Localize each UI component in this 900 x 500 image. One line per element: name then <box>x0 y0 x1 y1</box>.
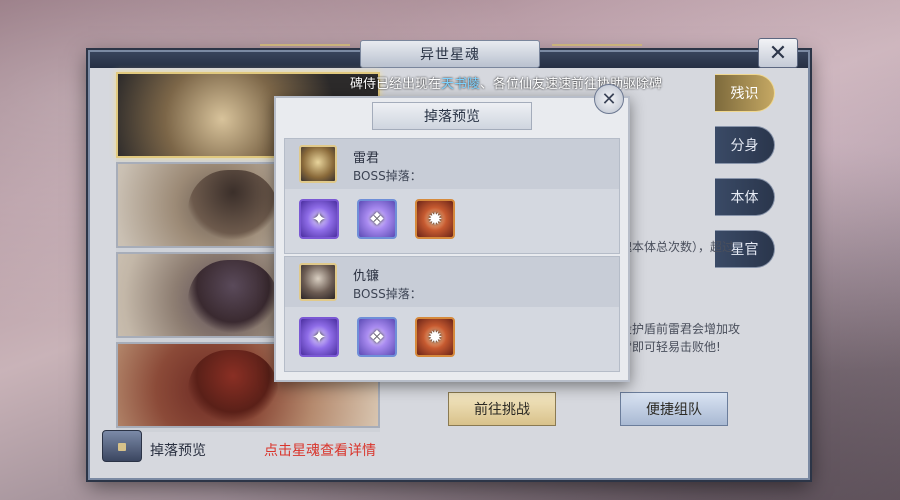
window-title: 异世星魂 <box>360 40 540 68</box>
boss-figure <box>188 350 278 424</box>
tab-remnant[interactable]: 残识 <box>715 74 775 112</box>
tab-clone[interactable]: 分身 <box>715 126 775 164</box>
boss-portrait-icon <box>299 263 337 301</box>
popup-close-button[interactable]: ✕ <box>594 84 624 114</box>
drop-section-header: 仇镰 BOSS掉落： <box>285 257 619 307</box>
boss-portrait-icon <box>299 145 337 183</box>
drop-section-2: 仇镰 BOSS掉落： ✦ ❖ ✹ <box>284 256 620 372</box>
drop-label: BOSS掉落： <box>353 169 422 183</box>
boss-figure <box>188 170 278 244</box>
announcement-marquee: 碑侍已经出现在 天书陵 、各位仙友速速前往协助驱除碑 <box>350 70 730 94</box>
description-line-2: 段护盾前雷君会增加攻 <box>620 322 741 336</box>
description-line-1: 魂本体总次数），超过 <box>620 240 735 254</box>
challenge-button[interactable]: 前往挑战 <box>448 392 556 426</box>
purple-crystal-icon[interactable]: ✦ <box>299 199 339 239</box>
boss-name: 仇镰 <box>353 269 380 284</box>
drop-label: BOSS掉落： <box>353 287 422 301</box>
drop-preview-label[interactable]: 掉落预览 <box>150 440 206 460</box>
detail-hint: 点击星魂查看详情 <box>264 443 376 459</box>
violet-feather-icon[interactable]: ❖ <box>357 317 397 357</box>
title-ornament-left <box>260 44 350 58</box>
close-button[interactable]: ✕ <box>758 38 798 68</box>
fire-beast-icon[interactable]: ✹ <box>415 317 455 357</box>
drop-section-1: 雷君 BOSS掉落： ✦ ❖ ✹ <box>284 138 620 254</box>
boss-name: 雷君 <box>353 151 380 166</box>
title-ornament-right <box>552 44 642 58</box>
drop-preview-popup: 掉落预览 ✕ 雷君 BOSS掉落： ✦ ❖ ✹ 仇镰 BOSS掉落： ✦ ❖ ✹ <box>274 84 630 382</box>
description-line-3: 雷即可轻易击败他! <box>620 340 721 354</box>
violet-feather-icon[interactable]: ❖ <box>357 199 397 239</box>
chest-icon[interactable] <box>102 430 142 462</box>
marquee-location[interactable]: 天书陵 <box>441 73 480 92</box>
quick-team-button[interactable]: 便捷组队 <box>620 392 728 426</box>
popup-title: 掉落预览 <box>372 102 532 130</box>
fire-beast-icon[interactable]: ✹ <box>415 199 455 239</box>
drop-section-header: 雷君 BOSS掉落： <box>285 139 619 189</box>
boss-figure <box>188 260 278 334</box>
marquee-prefix: 碑侍已经出现在 <box>350 76 442 92</box>
purple-crystal-icon[interactable]: ✦ <box>299 317 339 357</box>
marquee-suffix: 、各位仙友速速前往协助驱除碑 <box>480 76 663 92</box>
tab-body[interactable]: 本体 <box>715 178 775 216</box>
